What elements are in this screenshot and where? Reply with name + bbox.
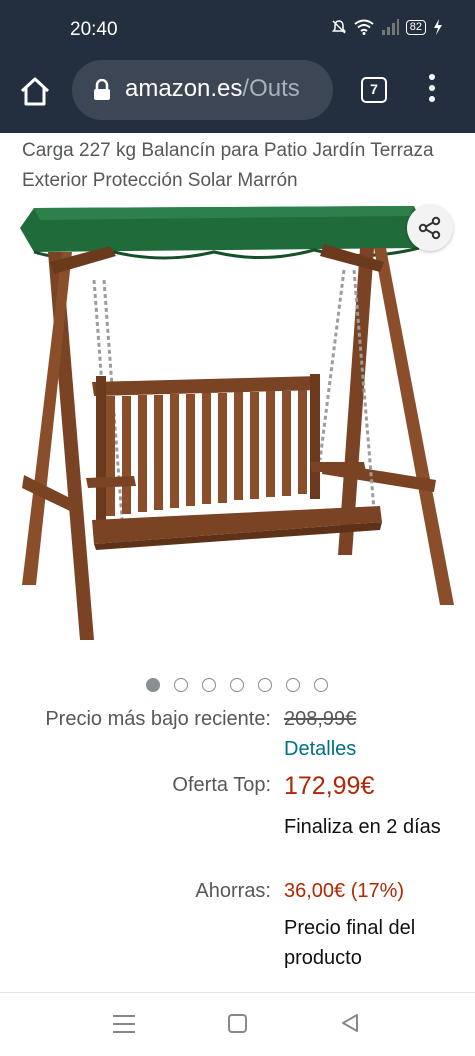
share-icon [418, 216, 441, 240]
carousel-dot[interactable] [230, 678, 244, 692]
wifi-icon [354, 19, 374, 35]
tab-switcher-button[interactable]: 7 [361, 77, 387, 103]
offer-ends-text: Finaliza en 2 días [284, 816, 441, 838]
lock-icon [94, 79, 110, 100]
browser-toolbar: amazon.es/Outs 7 [0, 60, 475, 133]
battery-indicator: 82 [405, 19, 426, 35]
charging-icon [434, 19, 442, 35]
carousel-dot[interactable] [146, 678, 160, 692]
recent-low-label: Precio más bajo reciente: [45, 708, 271, 730]
system-nav-bar [0, 992, 475, 1056]
status-bar: 20:40 82 [0, 0, 475, 60]
image-carousel-dots [146, 678, 328, 692]
url-domain: amazon.es [125, 75, 243, 102]
carousel-dot[interactable] [258, 678, 272, 692]
url-path: /Outs [242, 75, 300, 102]
mute-bell-icon [331, 20, 346, 34]
url-bar[interactable]: amazon.es/Outs [72, 60, 333, 120]
product-title: Carga 227 kg Balancín para Patio Jardín … [22, 140, 434, 191]
offer-price: 172,99€ [284, 772, 375, 800]
details-link[interactable]: Detalles [284, 738, 356, 761]
carousel-dot[interactable] [314, 678, 328, 692]
savings-value: 36,00€ (17%) [284, 880, 405, 902]
carousel-dot[interactable] [202, 678, 216, 692]
signal-icon [381, 19, 399, 35]
carousel-dot[interactable] [174, 678, 188, 692]
url-text: amazon.es/Outs [125, 75, 321, 103]
final-price-note: Precio final del producto [284, 917, 416, 969]
product-image[interactable] [14, 200, 458, 650]
offer-label: Oferta Top: [172, 774, 271, 796]
status-time: 20:40 [70, 19, 118, 40]
share-button[interactable] [407, 205, 453, 251]
recents-icon[interactable] [113, 1015, 135, 1039]
home-icon[interactable] [18, 75, 52, 109]
carousel-dot[interactable] [286, 678, 300, 692]
savings-label: Ahorras: [195, 880, 271, 902]
back-icon[interactable] [340, 1013, 360, 1033]
status-icons: 82 [331, 19, 443, 35]
more-menu-icon[interactable] [424, 74, 440, 106]
recent-low-price: 208,99€ [284, 708, 357, 730]
home-nav-icon[interactable] [228, 1014, 247, 1033]
